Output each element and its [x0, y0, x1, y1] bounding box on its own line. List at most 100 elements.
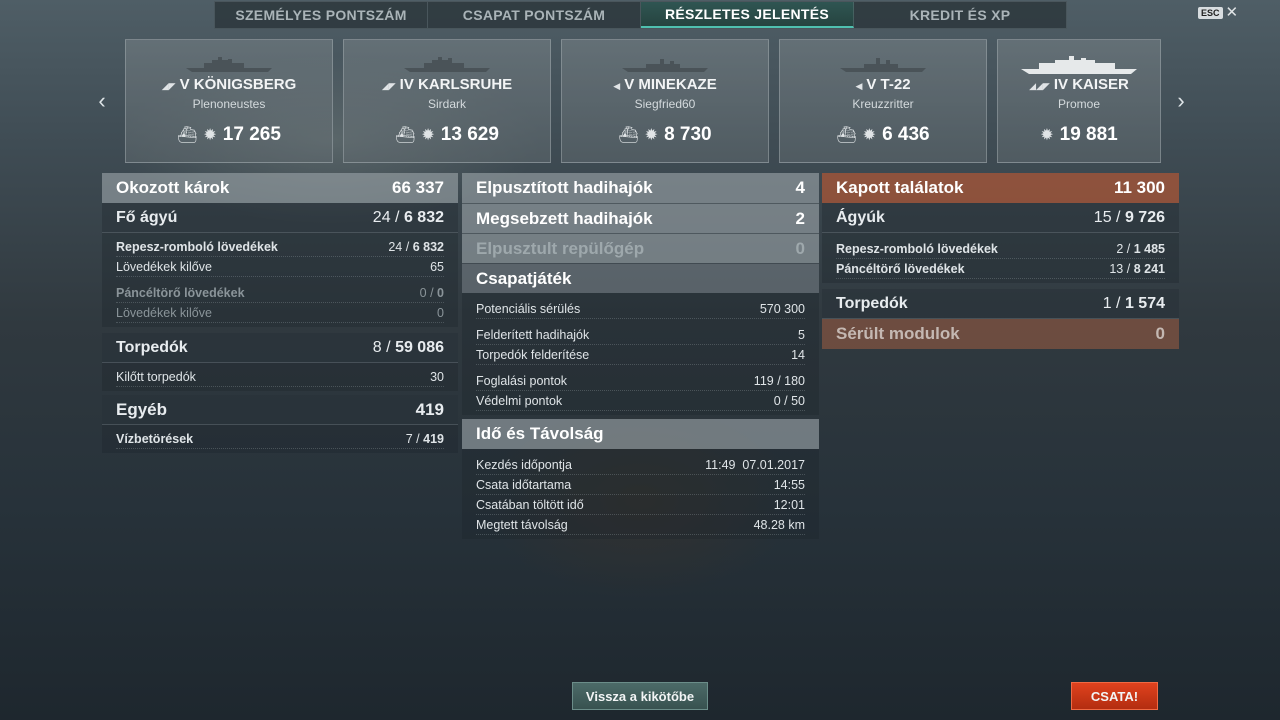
- he-fired-row: Lövedékek kilőve 65: [116, 257, 444, 277]
- guns-received-damage: 9 726: [1124, 208, 1165, 226]
- hits-received-value: 11 300: [1113, 178, 1165, 197]
- main-battery-details: Repesz-romboló lövedékek 24 / 6 832 Löve…: [102, 233, 458, 327]
- other-damage-value: 419: [415, 399, 444, 419]
- he-received-hits: 2: [1116, 241, 1124, 256]
- time-in-battle-value: 12:01: [773, 497, 805, 512]
- battle-button[interactable]: CSATA!: [1071, 682, 1158, 710]
- ship-stats: ⛴ ✹ 8 730: [562, 124, 768, 146]
- ship-tier: V: [866, 76, 877, 93]
- he-received-row: Repesz-romboló lövedékek 2 / 1 485: [836, 239, 1165, 259]
- tab-detailed-report[interactable]: RÉSZLETES JELENTÉS: [641, 2, 854, 28]
- ship-card[interactable]: ◀ V T-22 Kreuzzritter ⛴ ✹ 6 436: [779, 39, 987, 163]
- torpedoes-received-row: Torpedók 1 / 1 574: [822, 289, 1179, 319]
- torpedo-hits: 8: [372, 338, 382, 356]
- ship-card[interactable]: ◢◤ V KÖNIGSBERG Plenoneustes ⛴ ✹ 17 265: [125, 39, 333, 163]
- ship-tier: IV: [399, 76, 414, 93]
- ship-name: ◢◢◤ IV KAISER: [998, 76, 1160, 93]
- he-fired-value: 65: [430, 259, 444, 274]
- carousel-next-arrow-icon[interactable]: ›: [1171, 88, 1191, 114]
- ap-received-label: Páncéltörő lövedékek: [836, 261, 965, 276]
- tab-personal-score[interactable]: SZEMÉLYES PONTSZÁM: [215, 2, 428, 28]
- main-battery-damage: 6 832: [403, 208, 444, 226]
- torpedoes-spotted-value: 14: [791, 347, 805, 362]
- guns-received-hits: 15: [1093, 208, 1112, 226]
- ship-stats: ⛴ ✹ 13 629: [344, 124, 550, 146]
- separator: /: [416, 431, 420, 446]
- planes-destroyed-label: Elpusztult repülőgép: [476, 238, 645, 258]
- ap-fired-label: Lövedékek kilőve: [116, 305, 212, 320]
- separator: /: [430, 285, 434, 300]
- distance-label: Megtett távolság: [476, 517, 568, 532]
- sunk-ship-icon: ⛴: [618, 127, 639, 144]
- damage-dealt-label: Okozott károk: [116, 178, 230, 197]
- carousel-prev-arrow-icon[interactable]: ‹: [92, 88, 112, 114]
- sunk-ship-icon: ⛴: [836, 127, 857, 144]
- close-icon[interactable]: ✕: [1226, 5, 1239, 20]
- team-play-header: Csapatjáték: [462, 263, 819, 293]
- damaged-modules-label: Sérült modulok: [836, 324, 960, 343]
- separator: /: [1116, 294, 1121, 312]
- ap-received-damage: 8 241: [1133, 261, 1165, 276]
- tab-team-score[interactable]: CSAPAT PONTSZÁM: [428, 2, 641, 28]
- ships-destroyed-row: Elpusztított hadihajók 4: [462, 173, 819, 203]
- damage-value: 17 265: [222, 124, 281, 145]
- capture-points-row: Foglalási pontok 119 / 180: [476, 371, 805, 391]
- ships-destroyed-label: Elpusztított hadihajók: [476, 178, 653, 197]
- other-damage-details: Vízbetörések 7 / 419: [102, 425, 458, 453]
- damaged-modules-value: 0: [1155, 324, 1165, 343]
- battle-duration-row: Csata időtartama 14:55: [476, 475, 805, 495]
- ships-spotted-value: 5: [798, 327, 805, 342]
- team-play-details: Potenciális sérülés 570 300 Felderített …: [462, 293, 819, 415]
- damage-value: 13 629: [440, 124, 499, 145]
- damage-explosion-icon: ✹: [203, 127, 217, 144]
- hits-received-header: Kapott találatok 11 300: [822, 173, 1179, 203]
- damage-dealt-value: 66 337: [392, 178, 444, 197]
- player-name: Plenoneustes: [192, 97, 266, 111]
- start-time-row: Kezdés időpontja 11:49 07.01.2017: [476, 455, 805, 475]
- destroyer-silhouette-icon: [622, 59, 708, 72]
- start-time-label: Kezdés időpontja: [476, 457, 572, 472]
- ap-fired-value: 0: [437, 305, 444, 320]
- defense-points-value: 0 / 50: [773, 393, 805, 408]
- flooding-count: 7: [405, 431, 413, 446]
- battle-duration-value: 14:55: [773, 477, 805, 492]
- ship-name-text: MINEKAZE: [638, 76, 717, 93]
- ship-stats: ⛴ ✹ 17 265: [126, 124, 332, 146]
- torpedoes-fired-value: 30: [430, 369, 444, 384]
- potential-damage-value: 570 300: [759, 301, 805, 316]
- ap-shells-label: Páncéltörő lövedékek: [116, 285, 245, 300]
- ships-spotted-row: Felderített hadihajók 5: [476, 325, 805, 345]
- torpedoes-spotted-row: Torpedók felderítése 14: [476, 345, 805, 365]
- damage-explosion-icon: ✹: [644, 127, 659, 144]
- separator: /: [1116, 208, 1121, 226]
- player-name: Kreuzzritter: [852, 97, 914, 111]
- main-battery-row: Fő ágyú 24 / 6 832: [102, 203, 458, 233]
- time-distance-label: Idő és Távolság: [476, 424, 604, 443]
- damage-explosion-icon: ✹: [862, 127, 877, 144]
- esc-key-hint: ESC: [1198, 7, 1223, 19]
- he-received-label: Repesz-romboló lövedékek: [836, 241, 998, 256]
- ship-name: ◀ V T-22: [780, 76, 986, 93]
- torpedoes-fired-row: Kilőtt torpedók 30: [116, 367, 444, 387]
- battleship-class-icon: ◢◢◤: [1029, 81, 1050, 91]
- tab-credits-xp[interactable]: KREDIT ÉS XP: [854, 2, 1066, 28]
- planes-destroyed-value: 0: [795, 238, 805, 258]
- ship-card[interactable]: ◢◤ IV KARLSRUHE Sirdark ⛴ ✹ 13 629: [343, 39, 551, 163]
- ships-destroyed-value: 4: [795, 178, 805, 197]
- back-to-port-button[interactable]: Vissza a kikötőbe: [572, 682, 708, 710]
- team-play-panel: Elpusztított hadihajók 4 Megsebzett hadi…: [462, 173, 819, 539]
- ship-tier: IV: [1053, 76, 1069, 93]
- ship-card-current[interactable]: ◢◢◤ IV KAISER Promoe ✹ 19 881: [997, 39, 1161, 163]
- hits-received-panel: Kapott találatok 11 300 Ágyúk 15 / 9 726…: [822, 173, 1179, 349]
- torpedoes-spotted-label: Torpedók felderítése: [476, 347, 590, 362]
- close-button[interactable]: ESC ✕: [1198, 5, 1239, 20]
- ap-received-row: Páncéltörő lövedékek 13 / 8 241: [836, 259, 1165, 279]
- he-hits: 24: [388, 239, 403, 254]
- separator: /: [1126, 241, 1131, 256]
- ship-card[interactable]: ◀ V MINEKAZE Siegfried60 ⛴ ✹ 8 730: [561, 39, 769, 163]
- time-in-battle-label: Csatában töltött idő: [476, 497, 584, 512]
- ships-damaged-value: 2: [795, 208, 805, 228]
- ships-spotted-label: Felderített hadihajók: [476, 327, 590, 342]
- main-battery-label: Fő ágyú: [116, 208, 178, 226]
- time-distance-header: Idő és Távolság: [462, 419, 819, 449]
